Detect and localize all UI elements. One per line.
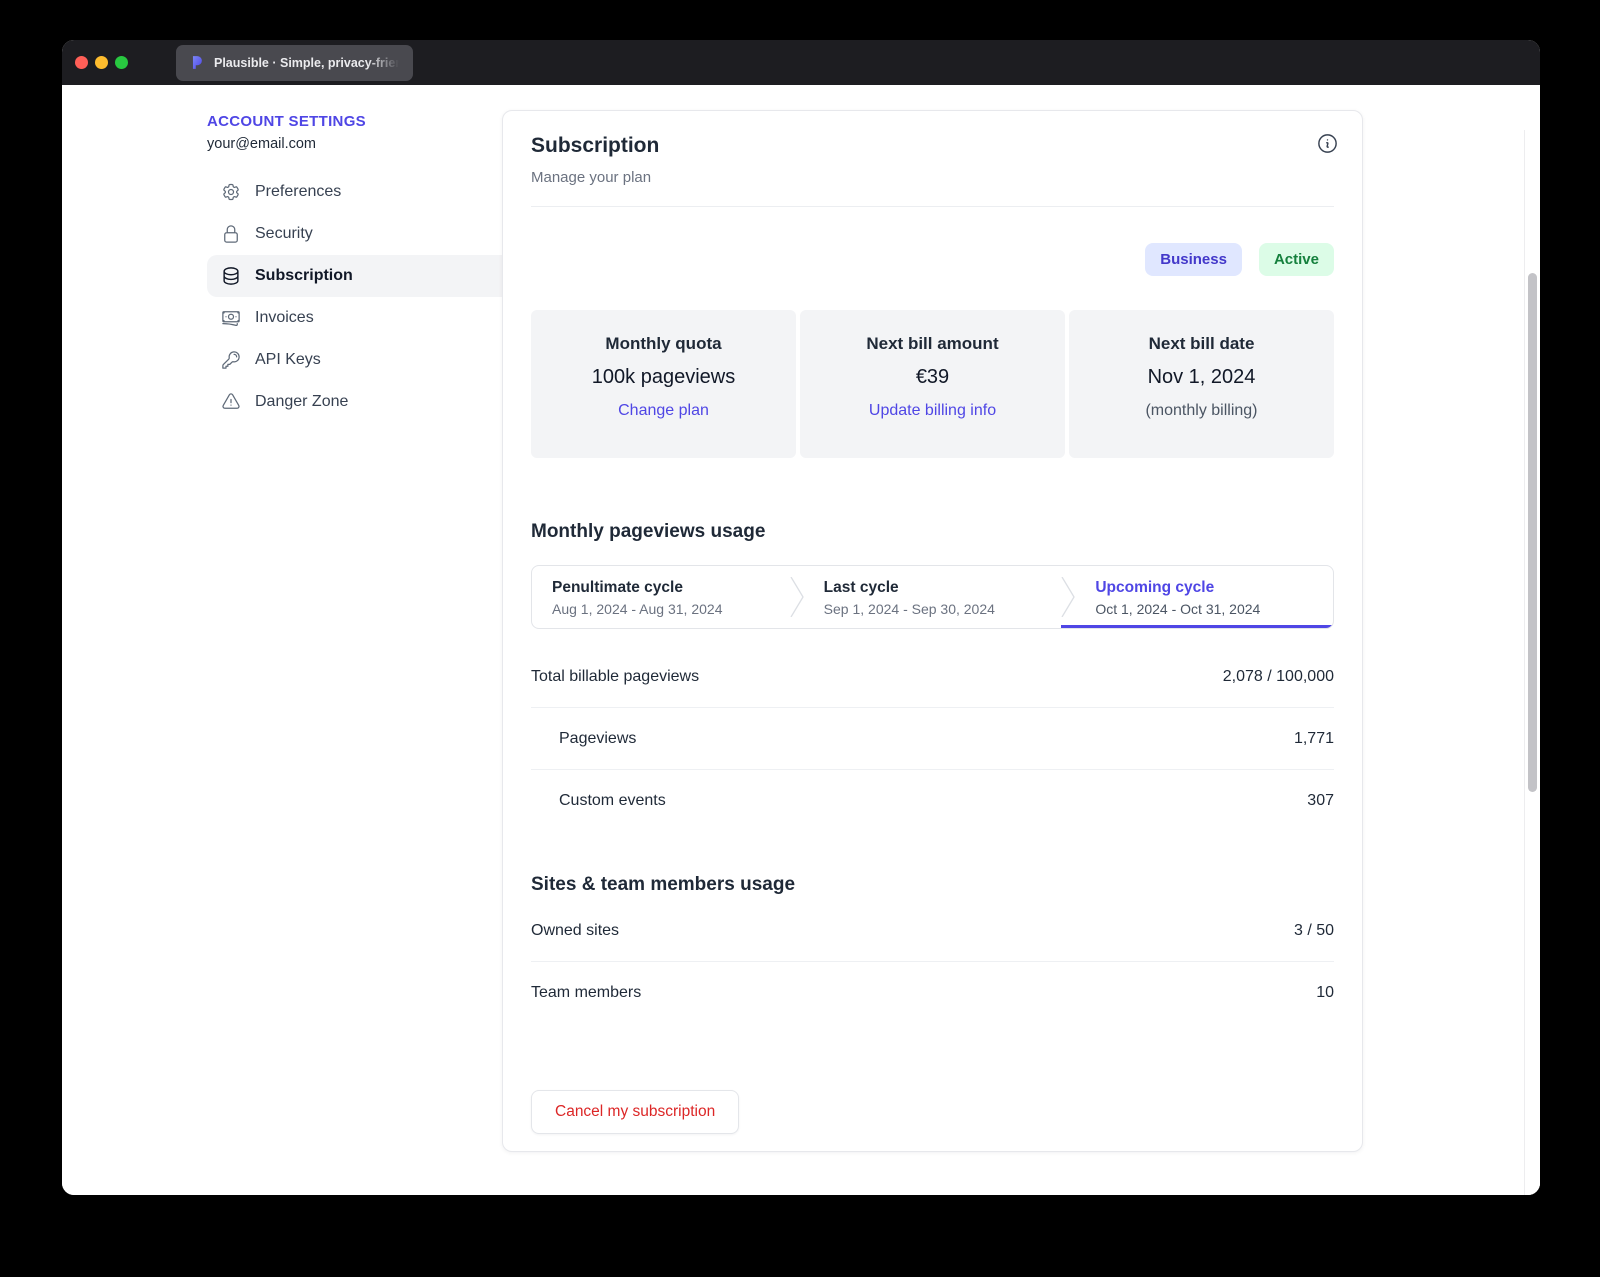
sites-usage-table: Owned sites 3 / 50 Team members 10	[531, 900, 1334, 1024]
chevron-separator-icon	[790, 566, 804, 628]
stat-label: Monthly quota	[605, 334, 722, 353]
sidebar-item-label: Invoices	[255, 309, 314, 326]
tab-penultimate-cycle[interactable]: Penultimate cycle Aug 1, 2024 - Aug 31, …	[532, 566, 790, 628]
subscription-card: Subscription Manage your plan Business A…	[502, 110, 1363, 1152]
pageviews-usage-table: Total billable pageviews 2,078 / 100,000…	[531, 646, 1334, 832]
gear-icon	[221, 182, 241, 202]
row-value: 1,771	[1293, 729, 1334, 747]
row-label: Owned sites	[531, 921, 620, 939]
billing-interval-note: (monthly billing)	[1145, 402, 1258, 419]
page-subtitle: Manage your plan	[531, 169, 652, 186]
sites-usage-heading: Sites & team members usage	[531, 874, 796, 895]
sidebar-item-danger-zone[interactable]: Danger Zone	[207, 381, 541, 423]
traffic-lights	[62, 56, 128, 69]
tab-last-cycle[interactable]: Last cycle Sep 1, 2024 - Sep 30, 2024	[804, 566, 1062, 628]
minimize-window-button[interactable]	[95, 56, 108, 69]
change-plan-link[interactable]: Change plan	[618, 400, 709, 422]
browser-window: Plausible · Simple, privacy-frien ACCOUN…	[62, 40, 1540, 1195]
sidebar-item-label: Danger Zone	[255, 393, 349, 410]
active-tab-underline	[1061, 624, 1333, 628]
stat-next-bill-amount: Next bill amount €39 Update billing info	[800, 310, 1065, 458]
sidebar-item-label: Security	[255, 225, 313, 242]
account-settings-title: ACCOUNT SETTINGS	[207, 113, 366, 130]
page-title: Subscription	[531, 134, 660, 157]
database-icon	[221, 266, 241, 286]
sidebar-item-security[interactable]: Security	[207, 213, 541, 255]
stat-label: Next bill amount	[866, 334, 999, 353]
usage-row-owned-sites: Owned sites 3 / 50	[531, 900, 1334, 962]
scrollbar-thumb[interactable]	[1528, 273, 1537, 792]
plan-badge: Business	[1145, 243, 1242, 276]
settings-sidebar: ACCOUNT SETTINGS your@email.com Preferen…	[207, 112, 541, 423]
browser-tab-title: Plausible · Simple, privacy-frien	[214, 55, 401, 70]
chevron-separator-icon	[1061, 566, 1075, 628]
stat-next-bill-date: Next bill date Nov 1, 2024 (monthly bill…	[1069, 310, 1334, 458]
billing-stats: Monthly quota 100k pageviews Change plan…	[531, 310, 1334, 458]
cycle-label: Penultimate cycle	[552, 579, 683, 596]
pageviews-usage-heading: Monthly pageviews usage	[531, 521, 766, 542]
plausible-logo-icon	[188, 54, 205, 71]
row-label: Total billable pageviews	[531, 667, 700, 685]
cycle-range: Aug 1, 2024 - Aug 31, 2024	[552, 601, 723, 617]
row-value: 307	[1307, 792, 1334, 809]
key-icon	[221, 350, 241, 370]
close-window-button[interactable]	[75, 56, 88, 69]
account-email: your@email.com	[207, 136, 316, 152]
sidebar-item-label: Preferences	[255, 183, 342, 200]
cycle-range: Oct 1, 2024 - Oct 31, 2024	[1095, 601, 1261, 617]
banknote-icon	[221, 308, 241, 328]
browser-tab[interactable]: Plausible · Simple, privacy-frien	[176, 44, 413, 81]
row-label: Team members	[531, 984, 642, 1001]
usage-row-pageviews: Pageviews 1,771	[531, 708, 1334, 770]
page-content: ACCOUNT SETTINGS your@email.com Preferen…	[62, 85, 1540, 1195]
lock-icon	[221, 224, 241, 244]
row-label: Custom events	[559, 792, 666, 809]
cycle-label: Upcoming cycle	[1095, 579, 1215, 596]
tab-upcoming-cycle[interactable]: Upcoming cycle Oct 1, 2024 - Oct 31, 202…	[1075, 566, 1333, 628]
row-value: 3 / 50	[1293, 921, 1334, 939]
settings-nav: Preferences Security Subscription Invoic…	[207, 171, 541, 423]
sidebar-item-preferences[interactable]: Preferences	[207, 171, 541, 213]
update-billing-info-link[interactable]: Update billing info	[869, 400, 996, 422]
desktop-background: Plausible · Simple, privacy-frien ACCOUN…	[0, 0, 1600, 1277]
stat-label: Next bill date	[1148, 334, 1255, 353]
sidebar-item-subscription[interactable]: Subscription	[207, 255, 541, 297]
row-value: 2,078 / 100,000	[1222, 667, 1334, 685]
usage-row-team-members: Team members 10	[531, 962, 1334, 1024]
badge-row: Business Active	[531, 243, 1334, 276]
usage-row-custom-events: Custom events 307	[531, 770, 1334, 832]
header-divider	[531, 206, 1334, 207]
status-badge: Active	[1258, 243, 1334, 276]
sidebar-item-api-keys[interactable]: API Keys	[207, 339, 541, 381]
stat-value: Nov 1, 2024	[1147, 366, 1256, 388]
info-icon[interactable]	[1316, 132, 1339, 155]
sidebar-item-invoices[interactable]: Invoices	[207, 297, 541, 339]
cycle-range: Sep 1, 2024 - Sep 30, 2024	[823, 601, 995, 617]
billing-cycle-tabs: Penultimate cycle Aug 1, 2024 - Aug 31, …	[531, 565, 1334, 629]
cancel-subscription-button[interactable]: Cancel my subscription	[531, 1090, 740, 1134]
warning-triangle-icon	[221, 392, 241, 412]
scrollbar-track[interactable]	[1524, 130, 1540, 1195]
sidebar-item-label: API Keys	[255, 351, 321, 368]
stat-value: €39	[915, 366, 950, 388]
stat-monthly-quota: Monthly quota 100k pageviews Change plan	[531, 310, 796, 458]
sidebar-item-label: Subscription	[255, 267, 353, 284]
usage-row-total-billable: Total billable pageviews 2,078 / 100,000	[531, 646, 1334, 708]
cycle-label: Last cycle	[823, 579, 899, 596]
fullscreen-window-button[interactable]	[115, 56, 128, 69]
row-label: Pageviews	[559, 729, 637, 747]
window-titlebar: Plausible · Simple, privacy-frien	[62, 40, 1540, 85]
stat-value: 100k pageviews	[591, 366, 736, 388]
row-value: 10	[1316, 984, 1334, 1001]
